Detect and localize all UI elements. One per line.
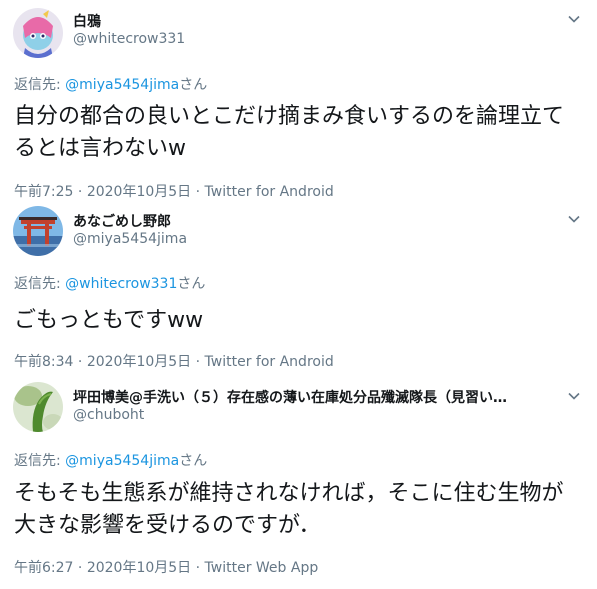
avatar[interactable] bbox=[13, 8, 63, 58]
meta-separator: · bbox=[73, 560, 87, 576]
reply-context: 返信先: @miya5454jimaさん bbox=[14, 74, 207, 94]
chevron-down-icon[interactable] bbox=[566, 11, 582, 27]
user-handle[interactable]: @whitecrow331 bbox=[73, 31, 185, 47]
tweet-source: Twitter Web App bbox=[204, 560, 319, 576]
display-name[interactable]: 白鴉 bbox=[73, 11, 101, 31]
tweet-date[interactable]: 2020年10月5日 bbox=[87, 184, 191, 200]
tweet-text: そもそも生態系が維持されなければ，そこに住む生物が大きな影響を受けるのですが． bbox=[14, 481, 564, 538]
display-name[interactable]: 坪田博美@手洗い（５）存在感の薄い在庫処分品殲滅隊長（見習い… bbox=[73, 387, 507, 407]
tweet-source: Twitter for Android bbox=[204, 184, 334, 200]
meta-separator: · bbox=[191, 184, 205, 200]
user-handle[interactable]: @chuboht bbox=[73, 407, 144, 423]
tweet-text: ごもっともですww bbox=[14, 308, 204, 333]
torii-gate-avatar-icon bbox=[13, 206, 63, 256]
reply-mention-link[interactable]: @whitecrow331 bbox=[65, 276, 177, 292]
reply-prefix: 返信先: bbox=[14, 453, 66, 469]
meta-separator: · bbox=[73, 354, 87, 370]
tweet-time[interactable]: 午前6:27 bbox=[14, 560, 73, 576]
reply-context: 返信先: @whitecrow331さん bbox=[14, 273, 205, 293]
tweet-time[interactable]: 午前8:34 bbox=[14, 354, 73, 370]
tweet-text: 自分の都合の良いとこだけ摘まみ食いするのを論理立てるとは言わないw bbox=[14, 104, 565, 161]
avatar[interactable] bbox=[13, 382, 63, 432]
avatar[interactable] bbox=[13, 206, 63, 256]
reply-prefix: 返信先: bbox=[14, 77, 66, 93]
reply-mention-link[interactable]: @miya5454jima bbox=[65, 453, 179, 469]
reply-suffix: さん bbox=[179, 77, 208, 93]
meta-separator: · bbox=[191, 354, 205, 370]
reply-context: 返信先: @miya5454jimaさん bbox=[14, 450, 207, 470]
display-name[interactable]: あなごめし野郎 bbox=[73, 211, 171, 231]
tweet-meta: 午前7:25 · 2020年10月5日 · Twitter for Androi… bbox=[14, 181, 334, 201]
chevron-down-icon[interactable] bbox=[566, 211, 582, 227]
reply-prefix: 返信先: bbox=[14, 276, 66, 292]
green-plant-avatar-icon bbox=[13, 382, 63, 432]
tweet-meta: 午前8:34 · 2020年10月5日 · Twitter for Androi… bbox=[14, 351, 334, 371]
reply-suffix: さん bbox=[177, 276, 206, 292]
tweet-date[interactable]: 2020年10月5日 bbox=[87, 560, 191, 576]
chevron-down-icon[interactable] bbox=[566, 388, 582, 404]
meta-separator: · bbox=[191, 560, 205, 576]
tweet-meta: 午前6:27 · 2020年10月5日 · Twitter Web App bbox=[14, 557, 318, 577]
tweet-date[interactable]: 2020年10月5日 bbox=[87, 354, 191, 370]
colorful-character-avatar-icon bbox=[13, 8, 63, 58]
tweet-source: Twitter for Android bbox=[204, 354, 334, 370]
reply-suffix: さん bbox=[179, 453, 208, 469]
user-handle[interactable]: @miya5454jima bbox=[73, 231, 187, 247]
reply-mention-link[interactable]: @miya5454jima bbox=[65, 77, 179, 93]
meta-separator: · bbox=[73, 184, 87, 200]
tweet-time[interactable]: 午前7:25 bbox=[14, 184, 73, 200]
